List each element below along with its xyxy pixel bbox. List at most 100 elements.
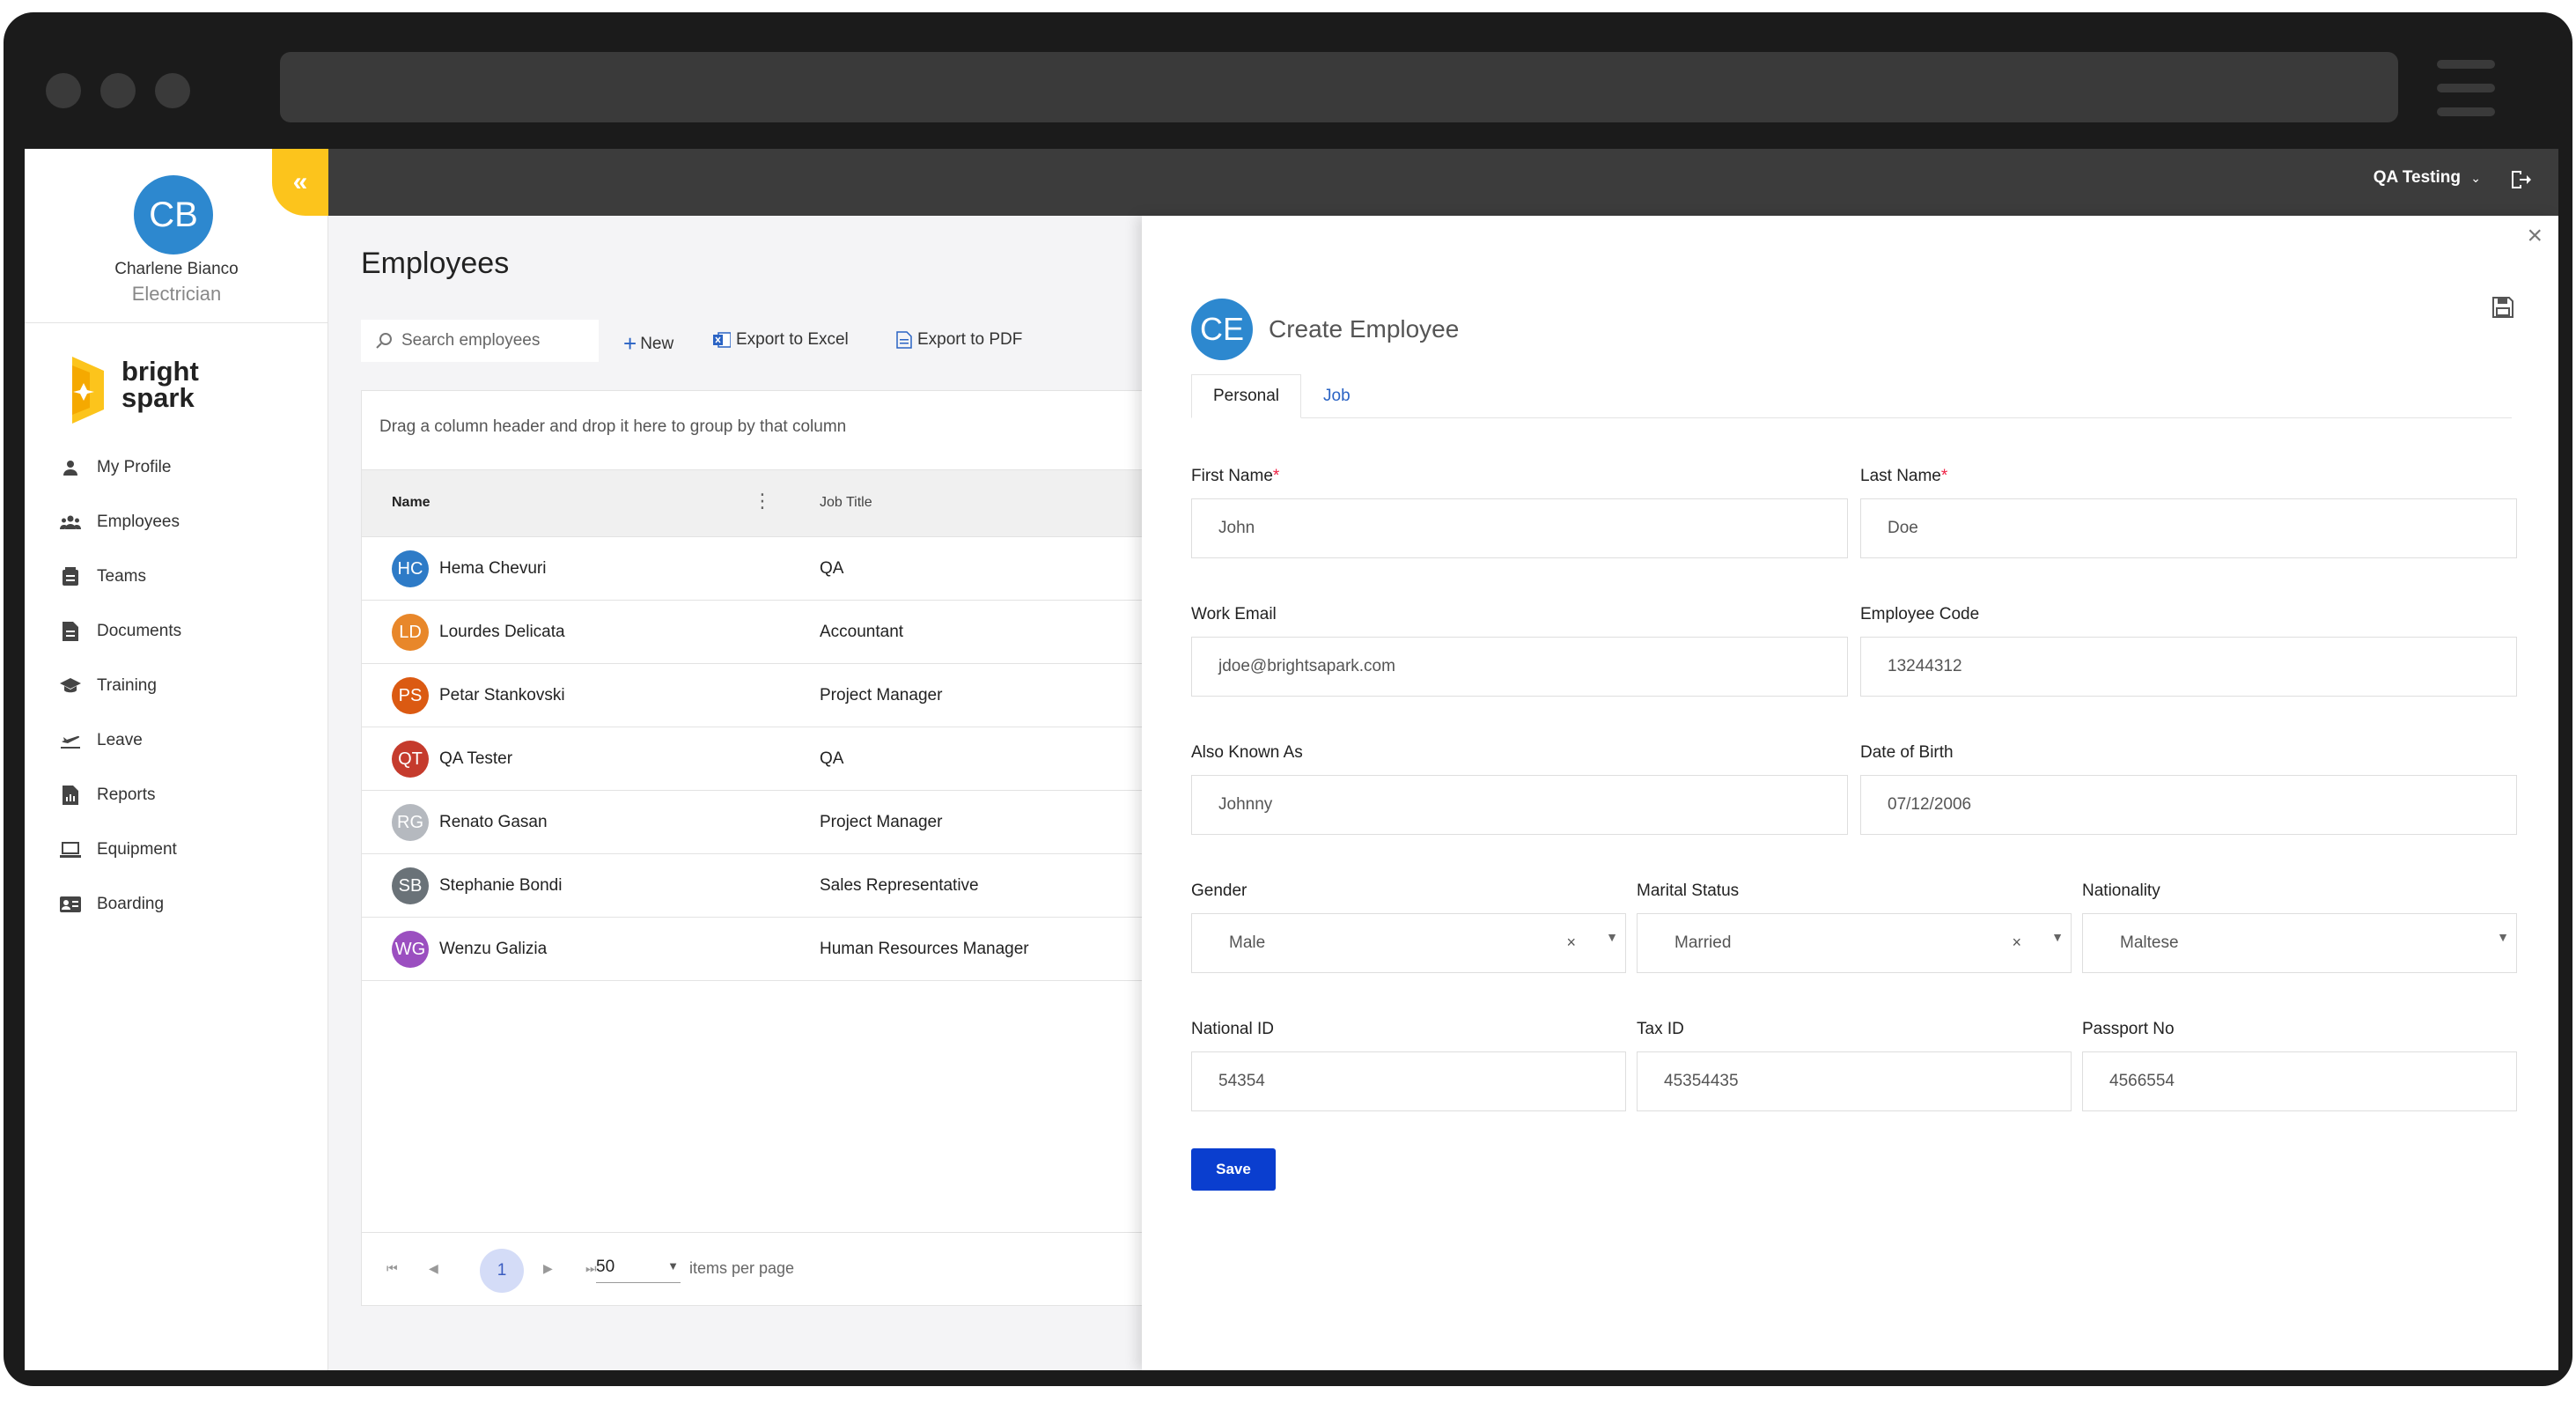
column-header-job-title[interactable]: Job Title — [820, 495, 872, 511]
search-input[interactable]: Search employees — [361, 320, 599, 362]
tab-job[interactable]: Job — [1302, 374, 1372, 418]
last-name-field[interactable]: Doe — [1860, 498, 2517, 558]
logout-icon[interactable] — [2509, 168, 2532, 195]
caret-down-icon[interactable]: ▼ — [2051, 930, 2064, 944]
dob-label: Date of Birth — [1860, 743, 1954, 762]
tax-id-field[interactable]: 45354435 — [1637, 1051, 2072, 1111]
table-row[interactable]: RG Renato Gasan Project Manager — [362, 791, 1196, 854]
table-row[interactable]: SB Stephanie Bondi Sales Representative — [362, 854, 1196, 918]
avatar[interactable]: CB — [134, 175, 213, 255]
last-page-icon[interactable]: ⏭ — [585, 1261, 597, 1276]
close-icon[interactable]: × — [2527, 221, 2543, 251]
tab-personal[interactable]: Personal — [1191, 374, 1301, 418]
hamburger-menu-icon[interactable] — [2437, 60, 2495, 131]
passport-value: 4566554 — [2109, 1072, 2175, 1090]
window-dot-icon — [100, 73, 136, 108]
sidebar-item-teams[interactable]: Teams — [60, 550, 181, 604]
page-size-select[interactable]: 50 ▼ — [596, 1258, 681, 1283]
nationality-label: Nationality — [2082, 882, 2160, 900]
plane-icon — [60, 730, 81, 751]
employee-code-field[interactable]: 13244312 — [1860, 637, 2517, 697]
sidebar-item-label: Employees — [97, 513, 180, 531]
employee-avatar[interactable]: CE — [1191, 299, 1253, 360]
sidebar-item-label: Training — [97, 676, 157, 695]
avatar: QT — [392, 741, 429, 778]
sidebar-item-leave[interactable]: Leave — [60, 713, 181, 768]
page-number-button[interactable]: 1 — [480, 1249, 524, 1293]
work-email-value: jdoe@brightsapark.com — [1218, 657, 1395, 675]
table-row[interactable]: LD Lourdes Delicata Accountant — [362, 601, 1196, 664]
caret-down-icon[interactable]: ▼ — [1606, 930, 1618, 944]
clear-icon[interactable]: × — [2012, 933, 2021, 952]
organization-selector[interactable]: QA Testing ⌄ — [2374, 168, 2481, 188]
sidebar-item-training[interactable]: Training — [60, 659, 181, 713]
sidebar-item-employees[interactable]: Employees — [60, 495, 181, 550]
sidebar-item-reports[interactable]: Reports — [60, 768, 181, 823]
grid-header: Name ⋮ Job Title — [362, 470, 1196, 537]
nationality-select[interactable]: Maltese ▼ — [2082, 913, 2517, 973]
aka-value: Johnny — [1218, 795, 1273, 814]
prev-page-icon[interactable]: ◀ — [429, 1261, 438, 1276]
aka-label: Also Known As — [1191, 743, 1303, 762]
sidebar-item-label: Leave — [97, 731, 143, 749]
device-frame: CB Charlene Bianco Electrician bright sp… — [4, 12, 2572, 1386]
export-excel-button[interactable]: Export to Excel — [713, 330, 849, 350]
sidebar-nav: My Profile Employees Teams Documents Tra… — [60, 440, 181, 932]
organization-name: QA Testing — [2373, 168, 2461, 187]
sidebar-item-boarding[interactable]: Boarding — [60, 877, 181, 932]
avatar: HC — [392, 550, 429, 587]
tax-id-label: Tax ID — [1637, 1020, 1684, 1038]
clear-icon[interactable]: × — [1566, 933, 1576, 952]
passport-field[interactable]: 4566554 — [2082, 1051, 2517, 1111]
avatar: RG — [392, 804, 429, 841]
required-marker: * — [1940, 467, 1948, 485]
new-label: New — [640, 334, 674, 353]
new-button[interactable]: + New — [623, 330, 673, 358]
table-row[interactable]: QT QA Tester QA — [362, 727, 1196, 791]
gender-select[interactable]: Male × ▼ — [1191, 913, 1626, 973]
save-button[interactable]: Save — [1191, 1148, 1276, 1191]
national-id-field[interactable]: 54354 — [1191, 1051, 1626, 1111]
dob-field[interactable]: 07/12/2006 — [1860, 775, 2517, 835]
first-name-label-text: First Name — [1191, 467, 1273, 485]
sidebar-item-equipment[interactable]: Equipment — [60, 823, 181, 877]
table-row[interactable]: WG Wenzu Galizia Human Resources Manager — [362, 918, 1196, 981]
user-role: Electrician — [131, 283, 222, 305]
avatar: WG — [392, 931, 429, 968]
marital-status-value: Married — [1674, 933, 1732, 952]
window-dot-icon — [46, 73, 81, 108]
grid-pager: ⏮ ◀ 1 ▶ ⏭ 50 ▼ items per page — [362, 1232, 1198, 1306]
employee-job-title: Project Manager — [820, 686, 943, 704]
employee-job-title: Sales Representative — [820, 876, 979, 895]
next-page-icon[interactable]: ▶ — [543, 1261, 553, 1276]
brightspark-logo: bright spark — [63, 357, 222, 427]
employee-name: QA Tester — [439, 749, 513, 768]
save-icon[interactable] — [2491, 296, 2514, 323]
employee-job-title: QA — [820, 559, 844, 578]
group-drop-area[interactable]: Drag a column header and drop it here to… — [362, 391, 1196, 470]
table-row[interactable]: PS Petar Stankovski Project Manager — [362, 664, 1196, 727]
work-email-field[interactable]: jdoe@brightsapark.com — [1191, 637, 1848, 697]
first-page-icon[interactable]: ⏮ — [386, 1261, 398, 1276]
marital-status-select[interactable]: Married × ▼ — [1637, 913, 2072, 973]
first-name-field[interactable]: John — [1191, 498, 1848, 558]
employee-job-title: Project Manager — [820, 813, 943, 831]
column-menu-icon[interactable]: ⋮ — [753, 490, 772, 513]
sidebar-item-label: Boarding — [97, 895, 165, 913]
export-pdf-button[interactable]: Export to PDF — [896, 330, 1022, 350]
report-icon — [60, 785, 81, 806]
table-row[interactable]: HC Hema Chevuri QA — [362, 537, 1196, 601]
aka-field[interactable]: Johnny — [1191, 775, 1848, 835]
address-bar[interactable] — [280, 52, 2398, 122]
sidebar-item-documents[interactable]: Documents — [60, 604, 181, 659]
search-icon — [376, 333, 392, 349]
sidebar-item-my-profile[interactable]: My Profile — [60, 440, 181, 495]
employee-name: Renato Gasan — [439, 813, 548, 831]
page-size-value: 50 — [596, 1258, 615, 1276]
dob-value: 07/12/2006 — [1888, 795, 1972, 814]
employee-name: Wenzu Galizia — [439, 940, 548, 958]
caret-down-icon[interactable]: ▼ — [2497, 930, 2509, 944]
export-pdf-label: Export to PDF — [917, 330, 1023, 349]
column-header-name[interactable]: Name — [392, 495, 431, 511]
national-id-value: 54354 — [1218, 1072, 1265, 1090]
